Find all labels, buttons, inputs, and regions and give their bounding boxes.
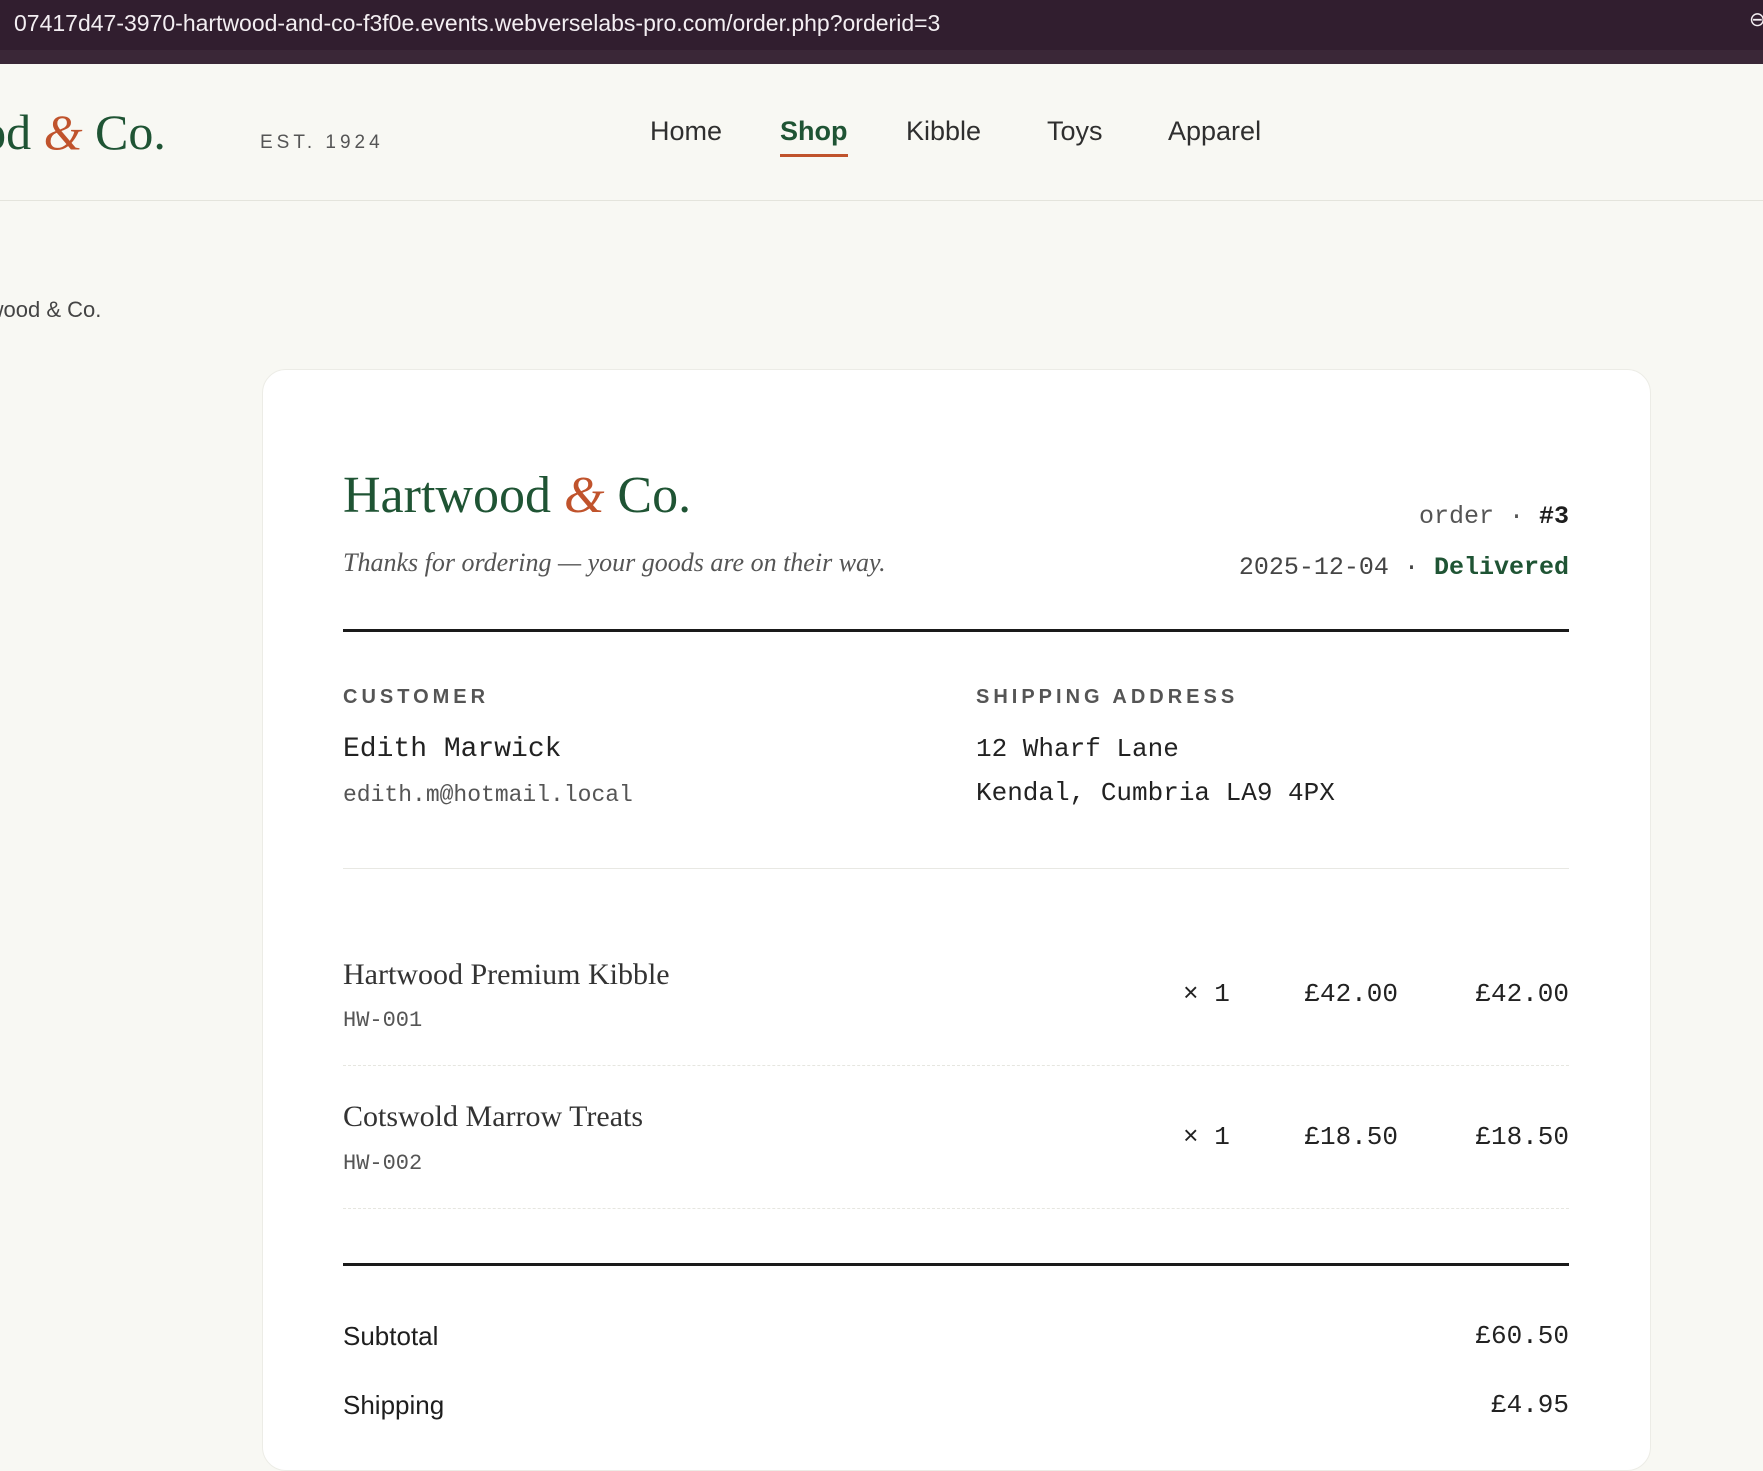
- item-sku: HW-002: [343, 1151, 423, 1176]
- item-sku: HW-001: [343, 1008, 423, 1033]
- item-quantity: × 1: [1183, 1122, 1230, 1152]
- logo-co: Co.: [95, 104, 166, 160]
- totals-divider: [343, 1263, 1569, 1266]
- nav-apparel[interactable]: Apparel: [1168, 116, 1261, 147]
- customer-heading: CUSTOMER: [343, 686, 490, 708]
- order-receipt-card: Hartwood & Co. Thanks for ordering — you…: [262, 369, 1651, 1471]
- header-divider: [343, 629, 1569, 632]
- lens-icon[interactable]: ⊖: [1749, 10, 1763, 30]
- shipping-value: £4.95: [1490, 1390, 1569, 1420]
- subtotal-value: £60.50: [1475, 1321, 1569, 1351]
- item-line-total: £18.50: [1475, 1122, 1569, 1152]
- nav-kibble[interactable]: Kibble: [906, 116, 981, 147]
- receipt-brand-co: Co.: [617, 467, 692, 524]
- logo-ampersand: &: [43, 104, 83, 160]
- details-divider: [343, 868, 1569, 869]
- order-meta: 2025-12-04 · Delivered: [1239, 553, 1569, 582]
- receipt-brand-ampersand: &: [563, 467, 605, 524]
- receipt-tagline: Thanks for ordering — your goods are on …: [343, 548, 886, 577]
- meta-separator: ·: [1403, 553, 1419, 582]
- item-line-total: £42.00: [1475, 979, 1569, 1009]
- item-unit-price: £18.50: [1304, 1122, 1398, 1152]
- subtotal-label: Subtotal: [343, 1321, 439, 1351]
- receipt-brand-name: Hartwood: [343, 467, 551, 524]
- nav-toys[interactable]: Toys: [1047, 116, 1103, 147]
- item-name: Hartwood Premium Kibble: [343, 958, 670, 991]
- item-name: Cotswold Marrow Treats: [343, 1100, 644, 1133]
- browser-address-bar[interactable]: 07417d47-3970-hartwood-and-co-f3f0e.even…: [0, 0, 1763, 64]
- shipping-heading: SHIPPING ADDRESS: [976, 686, 1239, 708]
- customer-email: edith.m@hotmail.local: [343, 782, 633, 808]
- nav-shop[interactable]: Shop: [780, 116, 848, 157]
- order-number: order · #3: [1419, 502, 1569, 531]
- status-badge: Delivered: [1433, 553, 1569, 582]
- order-date: 2025-12-04: [1238, 553, 1389, 582]
- logo-text: wood: [0, 104, 32, 160]
- receipt-brand: Hartwood & Co.: [343, 466, 691, 525]
- item-unit-price: £42.00: [1304, 979, 1398, 1009]
- address-line-2: Kendal, Cumbria LA9 4PX: [976, 778, 1335, 808]
- breadcrumb[interactable]: artwood & Co.: [0, 297, 101, 323]
- site-logo[interactable]: wood & Co.: [0, 103, 166, 161]
- customer-name: Edith Marwick: [343, 734, 562, 765]
- order-label: order ·: [1418, 502, 1524, 531]
- item-divider: [343, 1065, 1569, 1066]
- url-text[interactable]: 07417d47-3970-hartwood-and-co-f3f0e.even…: [14, 10, 940, 37]
- nav-home[interactable]: Home: [650, 116, 722, 147]
- established-tagline: EST. 1924: [260, 132, 384, 153]
- site-header: wood & Co. EST. 1924 Home Shop Kibble To…: [0, 64, 1763, 201]
- item-quantity: × 1: [1183, 979, 1230, 1009]
- order-number-value: #3: [1538, 502, 1569, 531]
- shipping-label: Shipping: [343, 1390, 445, 1420]
- address-line-1: 12 Wharf Lane: [976, 734, 1179, 764]
- item-divider: [343, 1208, 1569, 1209]
